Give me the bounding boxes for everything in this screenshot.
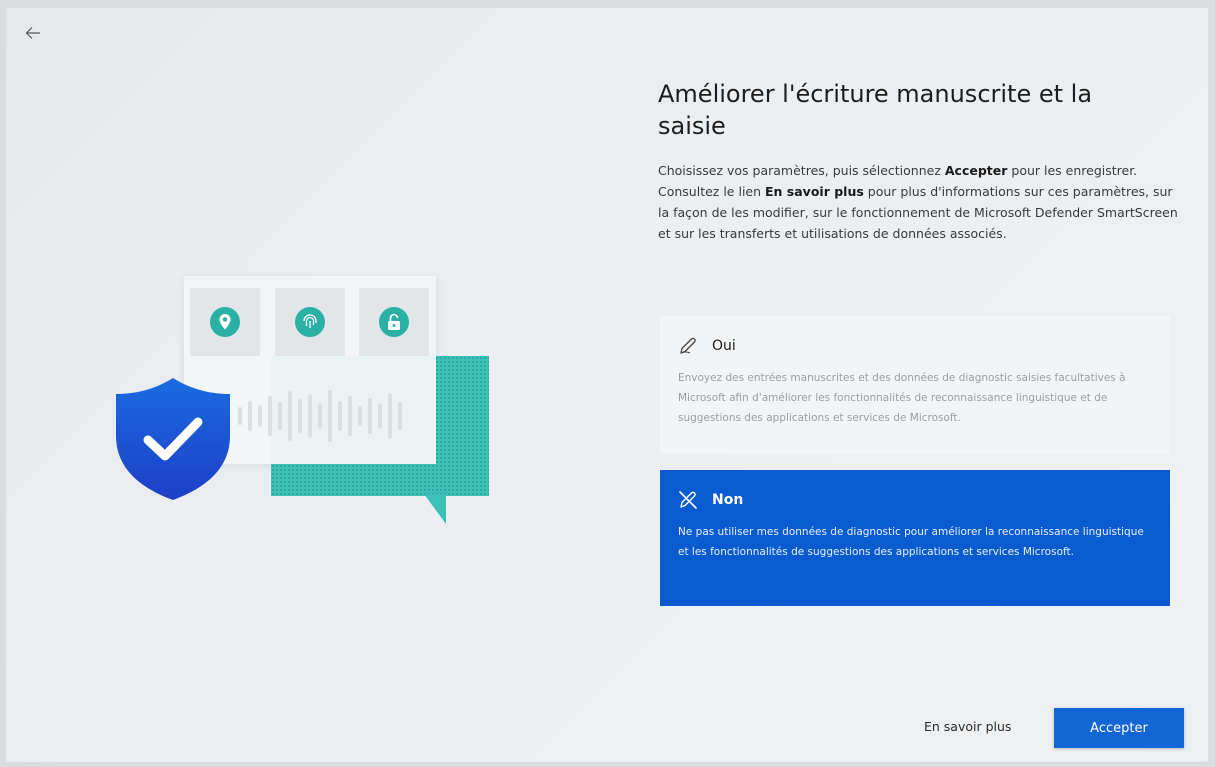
learn-more-link[interactable]: En savoir plus xyxy=(924,719,1011,734)
option-non-description: Ne pas utiliser mes données de diagnosti… xyxy=(678,526,1144,558)
tile-location xyxy=(190,288,260,356)
chat-bubble-tail xyxy=(424,494,446,524)
pen-off-icon xyxy=(679,491,697,509)
oobe-screen: Améliorer l'écriture manuscrite et la sa… xyxy=(6,8,1208,762)
option-oui-description: Envoyez des entrées manuscrites et des d… xyxy=(678,372,1126,424)
page-title: Améliorer l'écriture manuscrite et la sa… xyxy=(658,80,1093,140)
privacy-illustration xyxy=(106,268,496,538)
tile-lock xyxy=(359,288,429,356)
option-oui-title: Oui xyxy=(712,338,736,354)
location-pin-icon xyxy=(219,314,231,330)
option-oui[interactable]: Oui Envoyez des entrées manuscrites et d… xyxy=(660,316,1170,454)
learn-more-hint: En savoir plus xyxy=(765,184,864,199)
fingerprint-icon xyxy=(303,314,317,328)
arrow-left-icon xyxy=(25,27,40,39)
option-non[interactable]: Non Ne pas utiliser mes données de diagn… xyxy=(660,470,1170,606)
unlock-icon xyxy=(388,313,400,330)
pen-icon xyxy=(680,337,696,354)
page-description: Choisissez vos paramètres, puis sélectio… xyxy=(658,163,1178,241)
back-button[interactable] xyxy=(20,22,46,44)
option-non-title: Non xyxy=(712,492,744,508)
audio-wave-decoration xyxy=(238,388,402,444)
tile-fingerprint xyxy=(275,288,345,356)
accept-hint: Accepter xyxy=(944,163,1008,178)
shield-check-icon xyxy=(116,378,230,500)
accept-button[interactable]: Accepter xyxy=(1054,708,1184,748)
